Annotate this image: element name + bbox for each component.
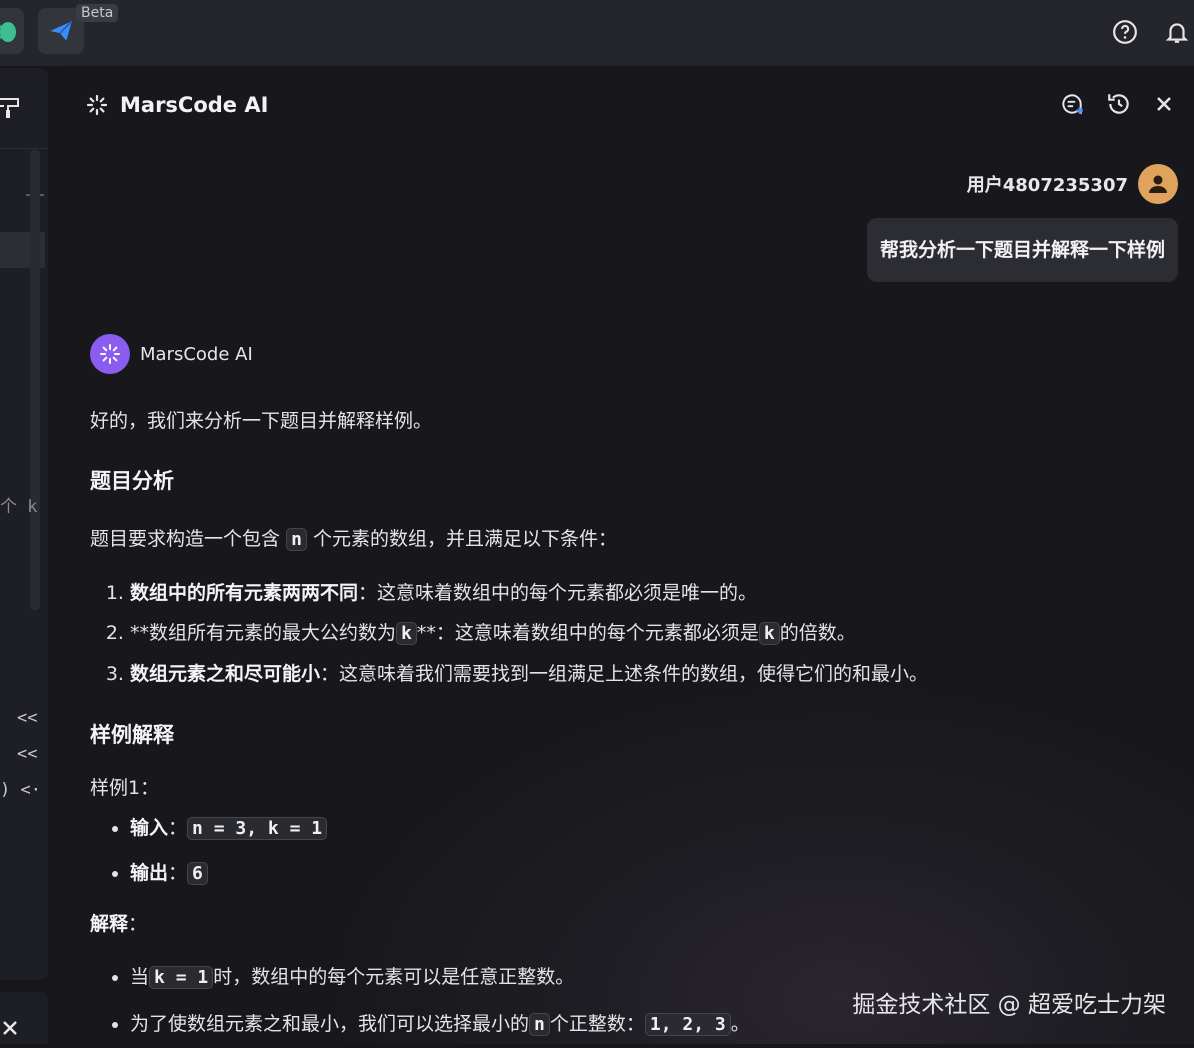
bot-header: MarsCode AI <box>90 334 253 374</box>
marscode-ai-panel: MarsCode AI 用户4807235307 帮我分析一下题目并解释一下样例… <box>58 68 1194 1044</box>
heading-analysis: 题目分析 <box>90 469 174 493</box>
condition-list: 数组中的所有元素两两不同：这意味着数组中的每个元素都必须是唯一的。 **数组所有… <box>90 573 1170 694</box>
close-icon <box>1157 97 1171 111</box>
text: 为了使数组元素之和最小，我们可以选择最小的 <box>130 1013 530 1035</box>
close-icon[interactable] <box>2 1020 18 1036</box>
text: 个正整数： <box>549 1013 645 1035</box>
panel-title: MarsCode AI <box>120 93 269 117</box>
user-icon <box>1149 175 1167 193</box>
inline-code: k <box>758 622 780 645</box>
bold-text: 数组元素之和尽可能小 <box>130 663 321 685</box>
inline-code: n <box>286 528 307 551</box>
user-message: 帮我分析一下题目并解释一下样例 <box>866 218 1178 282</box>
bot-answer: 好的，我们来分析一下题目并解释样例。 题目分析 题目要求构造一个包含 n 个元素… <box>90 402 1170 1048</box>
sample-label: 样例1： <box>90 777 160 799</box>
text: ：这意味着我们需要找到一组满足上述条件的数组，使得它们的和最小。 <box>320 663 929 685</box>
inline-code: n = 3, k = 1 <box>187 817 328 840</box>
history-button[interactable] <box>1105 90 1133 118</box>
list-item: 数组元素之和尽可能小：这意味着我们需要找到一组满足上述条件的数组，使得它们的和最… <box>130 654 1170 694</box>
bug-button[interactable] <box>0 8 24 54</box>
code-fragment: 个 k <box>0 497 38 517</box>
text: **：这意味着数组中的每个元素都必须是 <box>416 622 759 644</box>
close-panel-button[interactable] <box>1150 90 1178 118</box>
bug-icon <box>0 22 16 42</box>
bold-text: 输入 <box>130 817 169 839</box>
inline-code: k = 1 <box>149 966 214 989</box>
beta-badge: Beta <box>76 4 119 22</box>
new-chat-icon <box>1062 94 1083 115</box>
list-item: 输入：n = 3, k = 1 <box>130 806 1170 851</box>
sparkle-icon <box>86 94 108 116</box>
text: 的倍数。 <box>779 622 856 644</box>
user-header: 用户4807235307 <box>967 164 1178 204</box>
watermark: 掘金技术社区 @ 超爱吃士力架 <box>852 992 1166 1018</box>
left-bottom-panel <box>0 992 48 1044</box>
new-chat-button[interactable] <box>1058 90 1086 118</box>
left-panel-header <box>0 68 48 149</box>
code-fragment: << <box>17 708 38 728</box>
text: 当 <box>130 966 150 988</box>
bot-name: MarsCode AI <box>140 343 253 365</box>
text: 个元素的数组，并且满足以下条件： <box>312 528 617 550</box>
text: 时，数组中的每个元素可以是任意正整数。 <box>213 966 575 988</box>
bold-text: 输出 <box>130 862 169 884</box>
user-name: 用户4807235307 <box>966 175 1128 196</box>
panel-header: MarsCode AI <box>86 90 268 120</box>
answer-paragraph: 题目要求构造一个包含 n 个元素的数组，并且满足以下条件： <box>90 520 1170 559</box>
code-fragment: ) <· <box>0 780 41 800</box>
top-bar: Beta <box>0 0 1194 66</box>
inline-code: 1, 2, 3 <box>644 1013 731 1036</box>
heading-samples: 样例解释 <box>90 723 174 747</box>
text: 题目要求构造一个包含 <box>90 528 281 550</box>
scrollbar[interactable] <box>30 150 40 610</box>
bell-icon <box>1165 23 1189 43</box>
user-avatar <box>1138 164 1178 204</box>
list-item: **数组所有元素的最大公约数为k**：这意味着数组中的每个元素都必须是k的倍数。 <box>130 613 1170 654</box>
code-fragment: << <box>17 744 38 764</box>
help-button[interactable] <box>1111 18 1139 46</box>
inline-code: n <box>529 1013 550 1036</box>
text: 。 <box>730 1013 750 1035</box>
inline-code: 6 <box>187 862 208 885</box>
list-item: 数组中的所有元素两两不同：这意味着数组中的每个元素都必须是唯一的。 <box>130 573 1170 613</box>
list-item: 输出：6 <box>130 851 1170 896</box>
bot-avatar <box>90 334 130 374</box>
inline-code: k <box>396 622 417 645</box>
explain-label: 解释： <box>90 913 148 935</box>
sparkle-icon <box>100 344 120 364</box>
text: ：这意味着数组中的每个元素都必须是唯一的。 <box>358 582 758 604</box>
history-icon <box>1108 94 1129 114</box>
notification-button[interactable] <box>1163 18 1191 46</box>
help-icon <box>1113 20 1137 44</box>
paint-roller-icon[interactable] <box>0 96 22 120</box>
text: **数组所有元素的最大公约数为 <box>130 622 397 644</box>
bold-text: 数组中的所有元素两两不同 <box>130 582 359 604</box>
sample-io-list: 输入：n = 3, k = 1 输出：6 <box>90 806 1170 896</box>
bold-text: 解释 <box>90 913 129 935</box>
left-side-panel: 个 k << << ) <· <box>0 68 48 980</box>
answer-intro: 好的，我们来分析一下题目并解释样例。 <box>90 410 433 432</box>
paper-plane-icon <box>50 20 73 41</box>
